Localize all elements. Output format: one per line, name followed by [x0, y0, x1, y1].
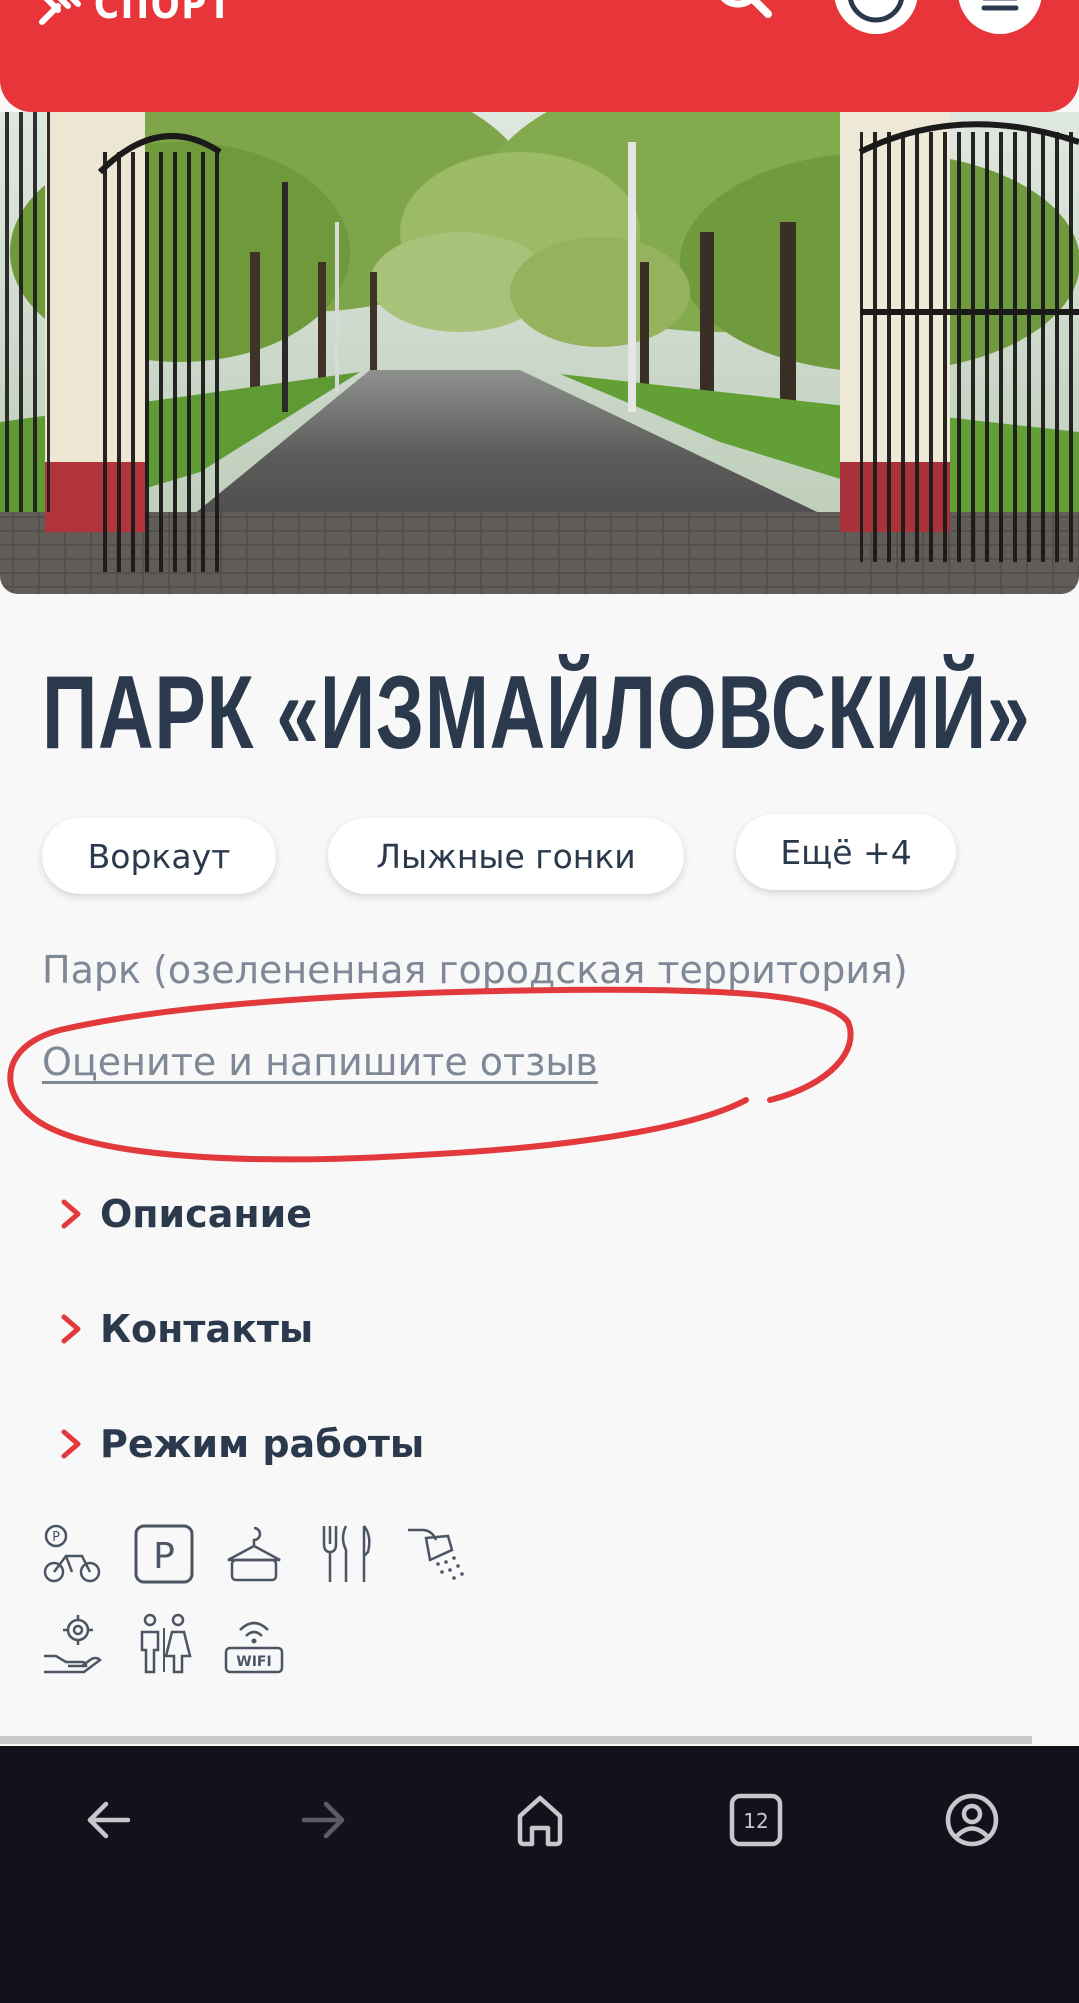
forward-button[interactable]: [292, 1788, 356, 1852]
search-button[interactable]: [712, 0, 776, 26]
chevron-right-icon: [61, 1199, 81, 1229]
account-button[interactable]: [940, 1788, 1004, 1852]
chevron-right-icon: [61, 1314, 81, 1344]
browser-bottom-bar: [0, 1746, 1079, 2003]
tag-more-button[interactable]: Ещё +4: [736, 814, 956, 890]
food-icon: [322, 1525, 371, 1582]
accordion-label: Режим работы: [100, 1422, 425, 1466]
horizontal-scrollbar[interactable]: [0, 1736, 1032, 1744]
app-header: СПОРТ: [0, 0, 1079, 112]
menu-button[interactable]: [958, 0, 1042, 34]
svg-text:P: P: [52, 1530, 60, 1545]
tab-count: 12: [743, 1809, 768, 1833]
menu-icon: [981, 0, 1019, 11]
tabs-icon: 12: [729, 1793, 783, 1847]
home-button[interactable]: [508, 1788, 572, 1852]
shower-icon: [408, 1528, 464, 1580]
tabs-button[interactable]: 12: [724, 1788, 788, 1852]
svg-text:WIFI: WIFI: [236, 1654, 271, 1670]
accordion-description[interactable]: Описание: [56, 1184, 312, 1244]
logo-mark-icon: [39, 0, 81, 25]
home-icon: [517, 1795, 563, 1847]
tag-ski-racing[interactable]: Лыжные гонки: [328, 818, 684, 894]
rental-service-icon: [44, 1615, 102, 1674]
user-icon: [848, 0, 904, 23]
svg-text:P: P: [153, 1536, 175, 1577]
parking-icon: P: [134, 1524, 194, 1584]
profile-button[interactable]: [834, 0, 918, 34]
tag-workout[interactable]: Воркаут: [42, 818, 276, 894]
logo-text: СПОРТ: [94, 0, 233, 28]
accordion-label: Контакты: [100, 1307, 314, 1351]
park-entrance-photo: [0, 112, 1079, 594]
wifi-icon: WIFI: [224, 1621, 284, 1674]
logo[interactable]: СПОРТ: [38, 0, 257, 28]
accordion-working-hours[interactable]: Режим работы: [56, 1414, 424, 1474]
chevron-right-icon: [61, 1429, 81, 1459]
account-icon: [945, 1793, 999, 1847]
toilet-icon: [140, 1613, 192, 1674]
accordion-contacts[interactable]: Контакты: [56, 1299, 313, 1359]
rate-and-review-link[interactable]: Оцените и напишите отзыв: [42, 1040, 598, 1084]
search-icon: [720, 0, 772, 18]
back-icon: [87, 1801, 131, 1839]
back-button[interactable]: [76, 1788, 140, 1852]
forward-icon: [301, 1801, 345, 1839]
cloakroom-icon: [227, 1526, 281, 1582]
page-title: ПАРК «ИЗМАЙЛОВСКИЙ»: [42, 655, 1031, 771]
bike-parking-icon: P: [43, 1524, 101, 1583]
place-category: Парк (озелененная городская территория): [42, 948, 908, 992]
accordion-label: Описание: [100, 1192, 313, 1236]
